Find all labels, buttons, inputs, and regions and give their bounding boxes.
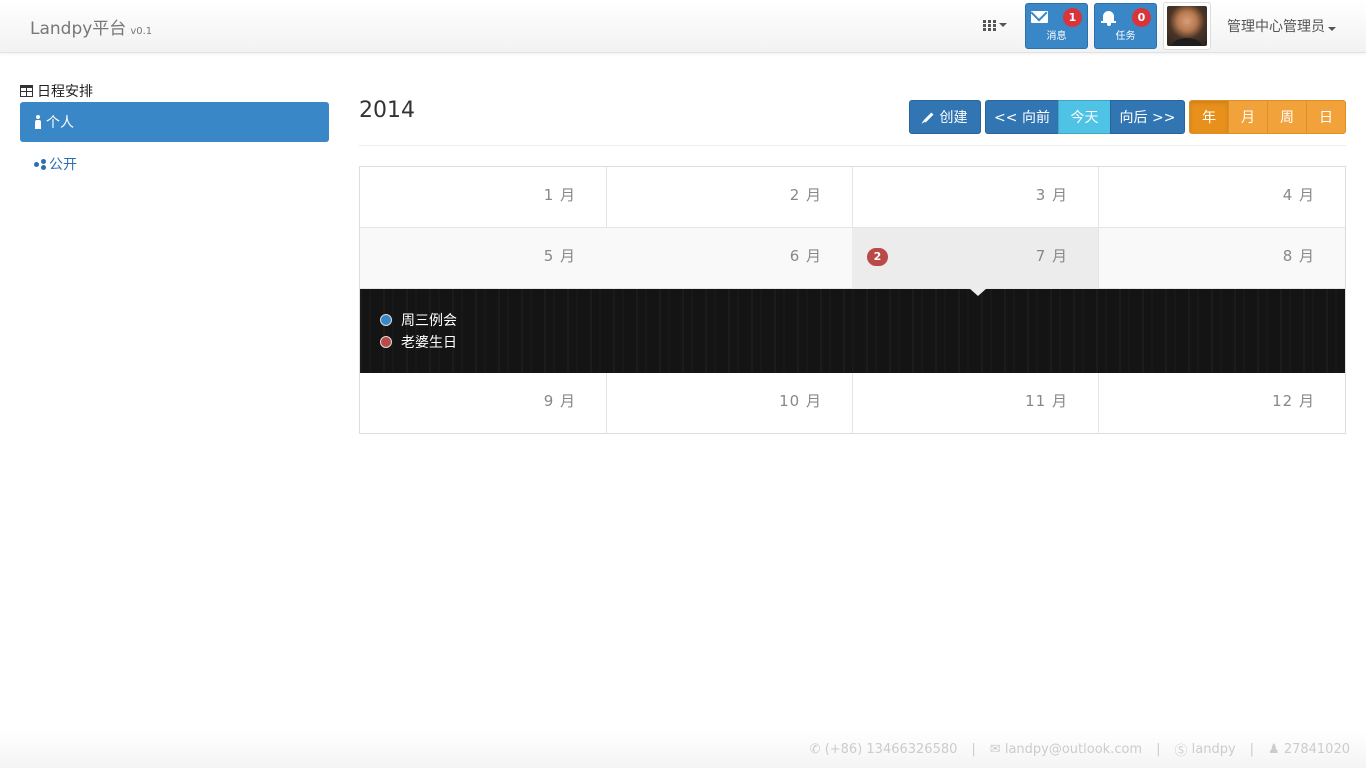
month-label: 2 月 [789,186,822,204]
today-button[interactable]: 今天 [1058,100,1111,134]
grid-icon [983,19,996,31]
create-button[interactable]: 创建 [909,100,981,134]
caret-down-icon [1328,27,1336,31]
event-list-panel: 周三例会 老婆生日 [360,288,1345,373]
month-cell-aug[interactable]: 8 月 [1099,228,1345,289]
month-label: 10 月 [779,392,822,410]
month-cell-oct[interactable]: 10 月 [606,373,853,434]
month-label: 3 月 [1035,186,1068,204]
prev-button[interactable]: << 向前 [985,100,1059,134]
messages-label: 消息 [1046,31,1067,42]
apps-grid-menu[interactable] [983,16,1009,34]
year-calendar: 1 月 2 月 3 月 4 月 5 月 6 月 2 7 月 8 月 周三例会 老… [359,166,1346,434]
share-icon [34,158,46,170]
caret-down-icon [999,23,1007,27]
envelope-icon: ✉ [989,742,1001,757]
footer-separator: | [1156,742,1161,757]
view-week-button[interactable]: 周 [1267,100,1307,134]
month-cell-apr[interactable]: 4 月 [1099,167,1345,228]
avatar[interactable] [1163,2,1211,50]
month-cell-sep[interactable]: 9 月 [360,373,607,434]
footer-phone: (+86) 13466326580 [824,742,958,757]
event-item[interactable]: 老婆生日 [380,332,457,352]
user-menu-label: 管理中心管理员 [1227,19,1325,35]
brand[interactable]: Landpy平台 v0.1 [30,14,152,39]
month-label: 9 月 [543,392,576,410]
brand-name[interactable]: Landpy平台 [30,19,126,39]
month-label: 1 月 [543,186,576,204]
month-cell-jul[interactable]: 2 7 月 [852,228,1099,289]
event-item[interactable]: 周三例会 [380,310,457,330]
footer-separator: | [971,742,976,757]
month-cell-feb[interactable]: 2 月 [606,167,853,228]
tasks-button[interactable]: 0 任务 [1094,3,1157,49]
calendar-icon [20,85,33,97]
phone-icon: ✆ [809,742,821,757]
month-cell-jan[interactable]: 1 月 [360,167,607,228]
divider [359,145,1346,146]
footer-skype[interactable]: landpy [1192,742,1236,757]
bell-icon [1101,10,1116,26]
month-cell-nov[interactable]: 11 月 [852,373,1099,434]
event-title: 老婆生日 [401,335,457,351]
view-day-button[interactable]: 日 [1306,100,1346,134]
footer: ✆ (+86) 13466326580 | ✉ landpy@outlook.c… [0,730,1366,768]
month-label: 8 月 [1282,247,1315,265]
footer-separator: | [1249,742,1255,757]
messages-button[interactable]: 1 消息 [1025,3,1088,49]
user-photo [1167,6,1207,46]
month-cell-dec[interactable]: 12 月 [1099,373,1345,434]
month-label: 11 月 [1025,392,1068,410]
event-title: 周三例会 [401,313,457,329]
footer-qq[interactable]: 27841020 [1284,742,1350,757]
page-title: 2014 [359,98,415,123]
top-navbar: Landpy平台 v0.1 1 消息 0 任务 管理中心管理员 [0,0,1366,53]
event-color-dot [380,336,392,348]
month-cell-may[interactable]: 5 月 [360,228,607,289]
footer-email[interactable]: landpy@outlook.com [1005,742,1142,757]
tasks-label: 任务 [1115,31,1136,42]
month-label: 7 月 [1035,247,1068,265]
view-year-button[interactable]: 年 [1189,100,1229,134]
sidebar-title-text: 日程安排 [37,84,93,100]
month-label: 4 月 [1282,186,1315,204]
month-cell-jun[interactable]: 6 月 [606,228,853,289]
create-label: 创建 [939,110,968,126]
sidebar-item-public[interactable]: 公开 [20,144,329,184]
user-menu-dropdown[interactable]: 管理中心管理员 [1227,16,1336,36]
month-cell-mar[interactable]: 3 月 [852,167,1099,228]
person-icon [34,115,42,129]
month-label: 12 月 [1272,392,1315,410]
footer-contacts: ✆ (+86) 13466326580 | ✉ landpy@outlook.c… [810,740,1350,759]
skype-icon: Ⓢ [1174,744,1188,759]
sidebar-item-personal[interactable]: 个人 [20,102,329,142]
panel-pointer [969,288,987,296]
view-month-button[interactable]: 月 [1228,100,1268,134]
pencil-icon [923,112,933,122]
envelope-icon [1031,11,1048,23]
next-button[interactable]: 向后 >> [1110,100,1185,134]
qq-icon: ♟ [1268,742,1280,757]
event-count-badge: 2 [867,248,888,266]
month-label: 5 月 [543,247,576,265]
brand-version: v0.1 [130,26,153,37]
sidebar-item-label: 个人 [46,115,74,131]
sidebar-item-label: 公开 [49,157,77,173]
messages-count-badge: 1 [1063,8,1082,27]
tasks-count-badge: 0 [1132,8,1151,27]
sidebar-title: 日程安排 [20,81,93,101]
event-color-dot [380,314,392,326]
month-label: 6 月 [789,247,822,265]
